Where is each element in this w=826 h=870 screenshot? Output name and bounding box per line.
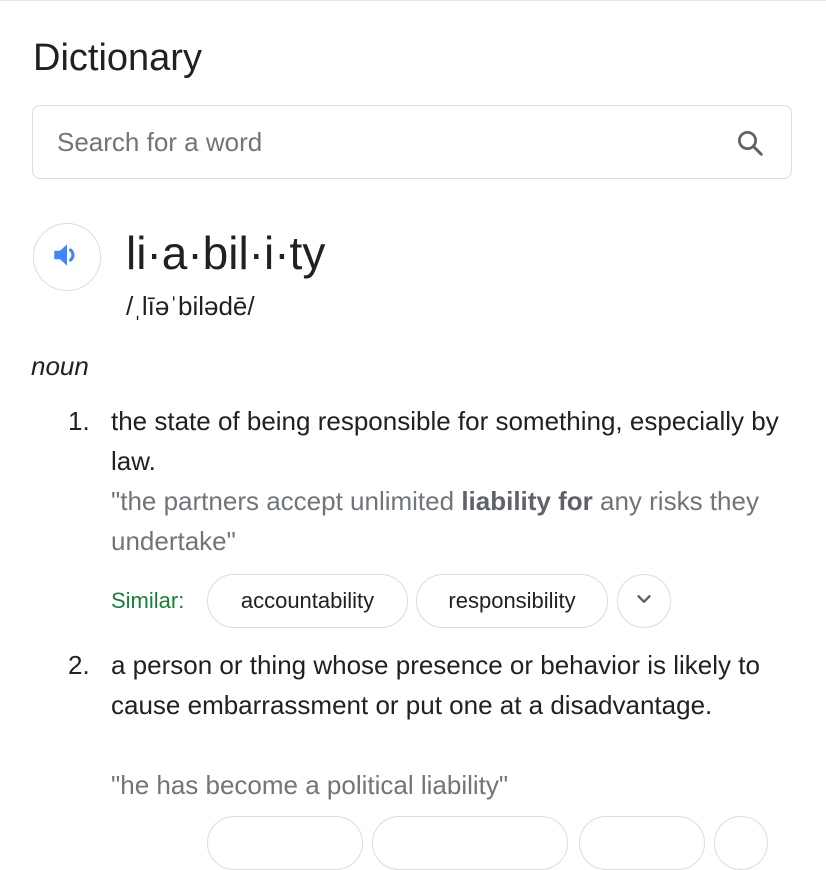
pronunciation-button[interactable] bbox=[33, 223, 101, 291]
definition-example: "he has become a political liability" bbox=[111, 770, 509, 800]
synonym-chip[interactable] bbox=[579, 816, 705, 870]
definition-number: 2. bbox=[68, 650, 90, 680]
synonym-chip-responsibility[interactable]: responsibility bbox=[416, 574, 608, 628]
synonym-chip[interactable] bbox=[372, 816, 568, 870]
synonym-chip-accountability[interactable]: accountability bbox=[207, 574, 408, 628]
synonym-chip[interactable] bbox=[207, 816, 363, 870]
top-divider bbox=[0, 0, 826, 1]
definition-text: the state of being responsible for somet… bbox=[111, 406, 779, 476]
expand-similar-button[interactable] bbox=[714, 816, 768, 870]
definition-text: a person or thing whose presence or beha… bbox=[111, 650, 760, 720]
similar-label: Similar: bbox=[111, 588, 185, 613]
search-icon[interactable] bbox=[733, 126, 767, 160]
example-text: "the partners accept unlimited bbox=[111, 486, 462, 516]
phonetic-spelling: /ˌlīəˈbilədē/ bbox=[126, 291, 255, 321]
expand-similar-button[interactable] bbox=[617, 574, 671, 628]
search-box[interactable] bbox=[32, 105, 792, 179]
page-title: Dictionary bbox=[33, 37, 202, 79]
example-highlight: liability for bbox=[461, 486, 593, 516]
definition-number: 1. bbox=[68, 406, 90, 436]
headword: li·a·bil·i·ty bbox=[126, 227, 326, 279]
search-input[interactable] bbox=[57, 106, 707, 178]
definition-example: "the partners accept unlimited liability… bbox=[111, 481, 801, 561]
speaker-icon bbox=[50, 238, 84, 277]
part-of-speech: noun bbox=[31, 351, 89, 381]
chevron-down-icon bbox=[633, 588, 655, 615]
